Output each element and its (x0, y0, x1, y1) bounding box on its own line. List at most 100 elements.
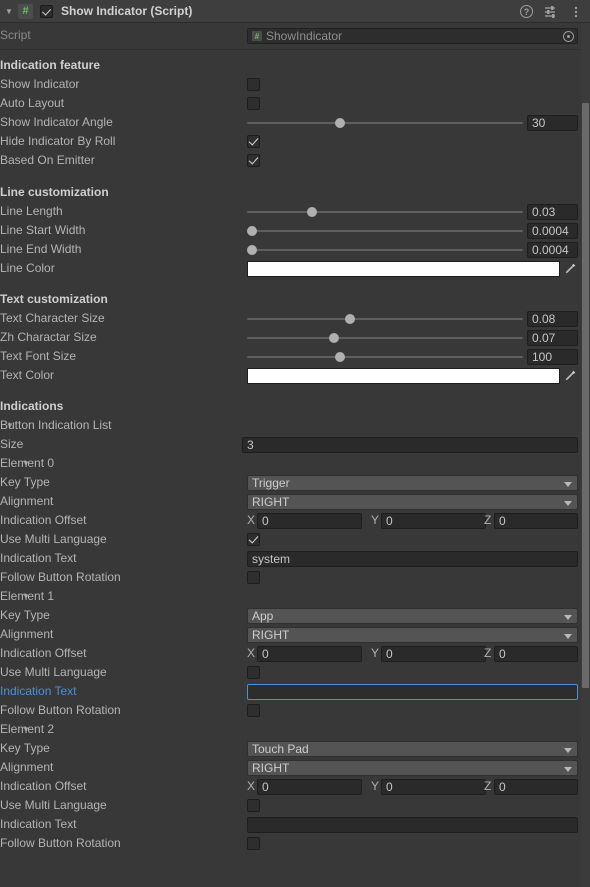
row-element-2-key-type: Key Type Touch Pad (0, 739, 590, 758)
show-indicator-angle-value[interactable]: 30 (527, 115, 578, 131)
element-1-alignment-dropdown[interactable]: RIGHT (247, 627, 578, 643)
row-element-0-alignment: Alignment RIGHT (0, 492, 590, 511)
vertical-scrollbar[interactable] (581, 23, 590, 887)
section-title-row: Indication feature (0, 56, 590, 75)
text-customization-title: Text customization (0, 292, 108, 306)
script-object-name: ShowIndicator (266, 29, 343, 43)
text-character-size-slider[interactable] (247, 314, 523, 324)
text-font-size-slider[interactable] (247, 352, 523, 362)
alignment-label: Alignment (0, 627, 54, 641)
script-file-icon: # (252, 31, 262, 41)
zh-charactar-size-value[interactable]: 0.07 (527, 330, 578, 346)
text-character-size-value[interactable]: 0.08 (527, 311, 578, 327)
element-2-alignment-dropdown[interactable]: RIGHT (247, 760, 578, 776)
element-2-label: Element 2 (0, 722, 55, 736)
element-0-offset-z[interactable]: 0 (494, 513, 578, 529)
row-hide-indicator-by-roll: Hide Indicator By Roll (0, 132, 590, 151)
section-title-row: Text customization (0, 290, 590, 309)
slider-knob[interactable] (345, 314, 355, 324)
element-1-indication-text-input[interactable] (247, 684, 578, 700)
chevron-down-icon (564, 634, 572, 639)
element-1-key-type-dropdown[interactable]: App (247, 608, 578, 624)
line-length-value[interactable]: 0.03 (527, 204, 578, 220)
row-button-indication-list[interactable]: ▼ Button Indication List (0, 416, 590, 435)
element-1-offset-z[interactable]: 0 (494, 646, 578, 662)
show-indicator-angle-slider[interactable] (247, 118, 523, 128)
line-end-width-slider[interactable] (247, 245, 523, 255)
show-indicator-angle-label: Show Indicator Angle (0, 115, 113, 129)
row-element-0-header[interactable]: ▼ Element 0 (0, 454, 590, 473)
line-end-width-value[interactable]: 0.0004 (527, 242, 578, 258)
indication-feature-title: Indication feature (0, 58, 101, 72)
line-length-slider[interactable] (247, 207, 523, 217)
element-2-multi-language-checkbox[interactable] (247, 799, 260, 812)
slider-knob[interactable] (307, 207, 317, 217)
component-foldout-icon[interactable]: ▼ (2, 0, 16, 23)
element-0-offset-y[interactable]: 0 (381, 513, 486, 529)
section-indication-feature: Indication feature Show Indicator Auto L… (0, 56, 590, 170)
scrollbar-thumb[interactable] (582, 103, 589, 688)
element-0-key-type-dropdown[interactable]: Trigger (247, 475, 578, 491)
slider-knob[interactable] (247, 226, 257, 236)
preset-icon[interactable] (544, 5, 558, 19)
slider-knob[interactable] (247, 245, 257, 255)
slider-knob[interactable] (335, 352, 345, 362)
element-0-follow-rotation-checkbox[interactable] (247, 571, 260, 584)
slider-knob[interactable] (335, 118, 345, 128)
script-object-field[interactable]: # ShowIndicator (247, 28, 578, 44)
row-element-2-header[interactable]: ▼ Element 2 (0, 720, 590, 739)
component-header[interactable]: ▼ # Show Indicator (Script) ? (0, 0, 590, 23)
row-element-0-indication-text: Indication Text system (0, 549, 590, 568)
section-indications: Indications ▼ Button Indication List Siz… (0, 397, 590, 853)
slider-knob[interactable] (329, 333, 339, 343)
row-line-end-width: Line End Width 0.0004 (0, 240, 590, 259)
row-line-start-width: Line Start Width 0.0004 (0, 221, 590, 240)
element-1-multi-language-checkbox[interactable] (247, 666, 260, 679)
element-0-alignment-dropdown[interactable]: RIGHT (247, 494, 578, 510)
element-1-follow-rotation-checkbox[interactable] (247, 704, 260, 717)
text-color-swatch[interactable] (247, 368, 560, 384)
element-2-key-type-dropdown[interactable]: Touch Pad (247, 741, 578, 757)
auto-layout-checkbox[interactable] (247, 97, 260, 110)
text-font-size-value[interactable]: 100 (527, 349, 578, 365)
object-picker-icon[interactable] (563, 30, 574, 42)
element-0-indication-text-input[interactable]: system (247, 551, 578, 567)
hide-indicator-by-roll-checkbox[interactable] (247, 135, 260, 148)
axis-x-label: X (247, 779, 256, 793)
element-2-follow-rotation-checkbox[interactable] (247, 837, 260, 850)
row-text-color: Text Color (0, 366, 590, 385)
list-size-field[interactable]: 3 (242, 437, 578, 453)
element-0-offset-x[interactable]: 0 (257, 513, 362, 529)
element-1-offset-x[interactable]: 0 (257, 646, 362, 662)
section-text-customization: Text customization Text Character Size 0… (0, 290, 590, 385)
eyedropper-icon[interactable] (563, 262, 577, 276)
show-indicator-checkbox[interactable] (247, 78, 260, 91)
zh-charactar-size-slider[interactable] (247, 333, 523, 343)
element-2-indication-text-input[interactable] (247, 817, 578, 833)
kebab-menu-icon[interactable] (569, 5, 583, 19)
component-enabled-checkbox[interactable] (40, 4, 53, 18)
dropdown-value: Touch Pad (252, 742, 309, 756)
line-color-swatch[interactable] (247, 261, 560, 277)
axis-x-label: X (247, 646, 256, 660)
axis-y-label: Y (371, 779, 380, 793)
line-start-width-slider[interactable] (247, 226, 523, 236)
eyedropper-icon[interactable] (563, 369, 577, 383)
element-2-offset-z[interactable]: 0 (494, 779, 578, 795)
line-start-width-label: Line Start Width (0, 223, 86, 237)
use-multi-language-label: Use Multi Language (0, 798, 107, 812)
based-on-emitter-checkbox[interactable] (247, 154, 260, 167)
element-0-multi-language-checkbox[interactable] (247, 533, 260, 546)
dropdown-value: App (252, 609, 274, 623)
auto-layout-label: Auto Layout (0, 96, 65, 110)
element-2-offset-y[interactable]: 0 (381, 779, 486, 795)
text-font-size-label: Text Font Size (0, 349, 77, 363)
element-2-offset-x[interactable]: 0 (257, 779, 362, 795)
row-element-1-key-type: Key Type App (0, 606, 590, 625)
axis-x-label: X (247, 513, 256, 527)
element-1-offset-y[interactable]: 0 (381, 646, 486, 662)
line-start-width-value[interactable]: 0.0004 (527, 223, 578, 239)
key-type-label: Key Type (0, 475, 50, 489)
row-element-1-header[interactable]: ▼ Element 1 (0, 587, 590, 606)
help-icon[interactable]: ? (520, 5, 533, 18)
